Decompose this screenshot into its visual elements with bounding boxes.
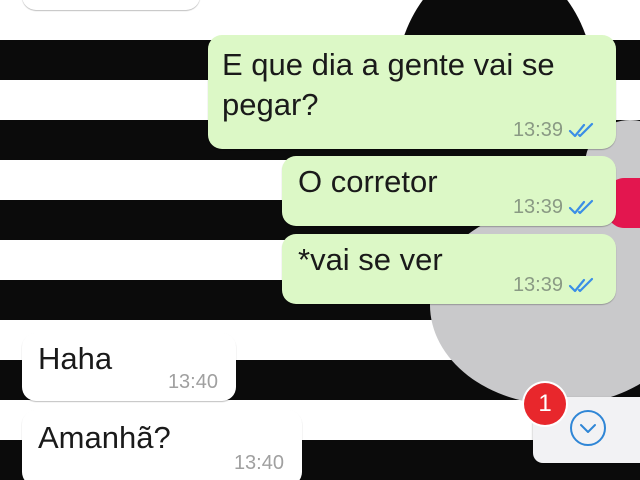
message-meta: 13:39 (513, 274, 598, 296)
double-check-icon (568, 277, 594, 293)
message-meta: 13:40 (168, 371, 218, 393)
message-time: 13:39 (512, 274, 563, 296)
message-meta: 13:39 (513, 196, 598, 218)
chat-view: E que dia a gente vai se pegar? 13:39 O … (0, 0, 640, 480)
message-time: 13:39 (512, 119, 563, 141)
message-bubble-outgoing[interactable]: *vai se ver 13:39 (282, 234, 616, 304)
message-meta: 13:39 (513, 119, 598, 141)
message-bubble-outgoing[interactable]: O corretor 13:39 (282, 156, 616, 226)
message-meta: 13:40 (234, 452, 284, 474)
double-check-icon (568, 199, 594, 215)
chevron-down-icon (570, 410, 606, 446)
message-time: 13:40 (167, 371, 218, 393)
message-bubble-incoming[interactable]: Amanhã? 13:40 (22, 410, 302, 480)
message-time: 13:39 (512, 196, 563, 218)
unread-count-badge[interactable]: 1 (524, 383, 566, 425)
message-bubble-incoming-partial[interactable] (22, 0, 200, 10)
message-bubble-outgoing[interactable]: E que dia a gente vai se pegar? 13:39 (208, 35, 616, 149)
double-check-icon (568, 122, 594, 138)
message-time: 13:40 (233, 452, 284, 474)
message-bubble-incoming[interactable]: Haha 13:40 (22, 333, 236, 401)
message-text: E que dia a gente vai se pegar? (222, 47, 555, 122)
